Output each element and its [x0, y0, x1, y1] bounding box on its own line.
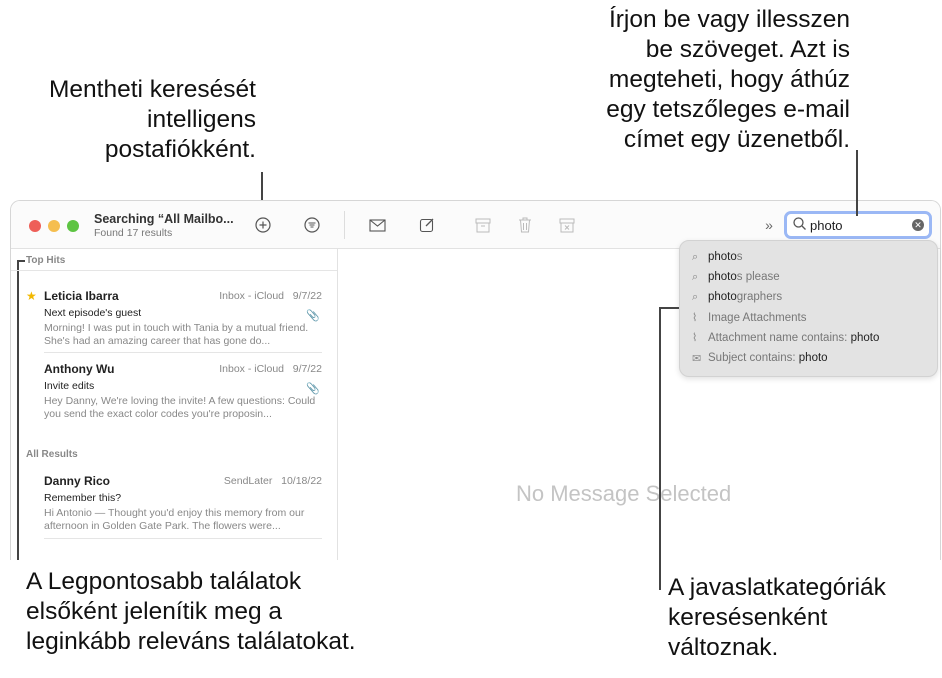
callout-line [17, 261, 19, 560]
toolbar-divider [344, 211, 345, 239]
callout-top-hits: A Legpontosabb találatok elsőként jelení… [26, 568, 356, 655]
filter-button[interactable] [302, 215, 322, 235]
message-row[interactable]: ★ Leticia Ibarra Inbox - iCloud 9/7/22 N… [26, 289, 322, 348]
plus-circle-icon [255, 217, 271, 233]
search-icon: ⌕ [692, 290, 699, 303]
clear-search-icon[interactable]: ✕ [912, 219, 924, 231]
paperclip-icon: ⌇ [692, 332, 698, 345]
archive-icon [475, 218, 491, 232]
callout-suggestions: A javaslatkategóriák keresésenként válto… [668, 574, 886, 661]
suggestion-item[interactable]: ✉ Subject contains: photo [692, 348, 937, 368]
callout-search-field: Írjon be vagy illesszen be szöveget. Azt… [606, 6, 850, 153]
get-mail-button[interactable] [367, 215, 387, 235]
star-icon: ★ [26, 289, 37, 303]
top-hits-header: Top Hits [26, 255, 66, 266]
search-icon [793, 217, 806, 233]
no-message-label: No Message Selected [516, 481, 732, 506]
envelope-icon [368, 218, 386, 232]
trash-icon [519, 217, 531, 233]
close-button[interactable] [29, 220, 41, 232]
callout-line [856, 150, 858, 216]
callout-line [659, 307, 661, 590]
suggestion-item[interactable]: ⌕ photo s [692, 247, 937, 267]
section-divider [11, 270, 337, 271]
suggestion-item[interactable]: ⌇ Attachment name contains: photo [692, 328, 937, 348]
search-input-value: photo [810, 217, 843, 233]
envelope-icon: ✉ [692, 352, 702, 365]
save-search-button[interactable] [253, 215, 273, 235]
paperclip-icon: ⌇ [692, 312, 698, 325]
callout-line [659, 307, 679, 309]
callout-line [17, 260, 25, 262]
more-toolbar-button[interactable]: » [759, 215, 779, 235]
junk-button[interactable] [557, 215, 577, 235]
suggestion-item[interactable]: ⌕ photo graphers [692, 287, 937, 307]
search-icon: ⌕ [692, 270, 699, 283]
search-field[interactable]: photo ✕ [784, 211, 932, 239]
window-title: Searching “All Mailbo... [94, 212, 234, 226]
compose-icon [419, 218, 434, 233]
suggestion-item[interactable]: ⌇ Image Attachments [692, 308, 937, 328]
archive-button[interactable] [473, 215, 493, 235]
message-list: Top Hits ★ Leticia Ibarra Inbox - iCloud… [11, 249, 338, 560]
result-count: Found 17 results [94, 227, 173, 239]
junk-icon [559, 218, 575, 232]
trash-button[interactable] [515, 215, 535, 235]
row-divider [44, 538, 322, 539]
suggestion-item[interactable]: ⌕ photo s please [692, 267, 937, 287]
callout-save-search: Mentheti keresését intelligens postafiók… [49, 76, 256, 163]
paperclip-icon: 📎 [306, 383, 320, 395]
zoom-button[interactable] [67, 220, 79, 232]
message-row[interactable]: Danny Rico SendLater 10/18/22 Remember t… [44, 474, 322, 533]
compose-button[interactable] [417, 215, 437, 235]
minimize-button[interactable] [48, 220, 60, 232]
search-icon: ⌕ [692, 250, 699, 263]
row-divider [44, 352, 322, 353]
all-results-header: All Results [26, 449, 78, 460]
paperclip-icon: 📎 [306, 310, 320, 322]
filter-icon [304, 217, 320, 233]
message-row[interactable]: Anthony Wu Inbox - iCloud 9/7/22 Invite … [44, 362, 322, 421]
search-suggestions: ⌕ photo s ⌕ photo s please ⌕ photo graphers ⌇ I… [679, 240, 938, 377]
